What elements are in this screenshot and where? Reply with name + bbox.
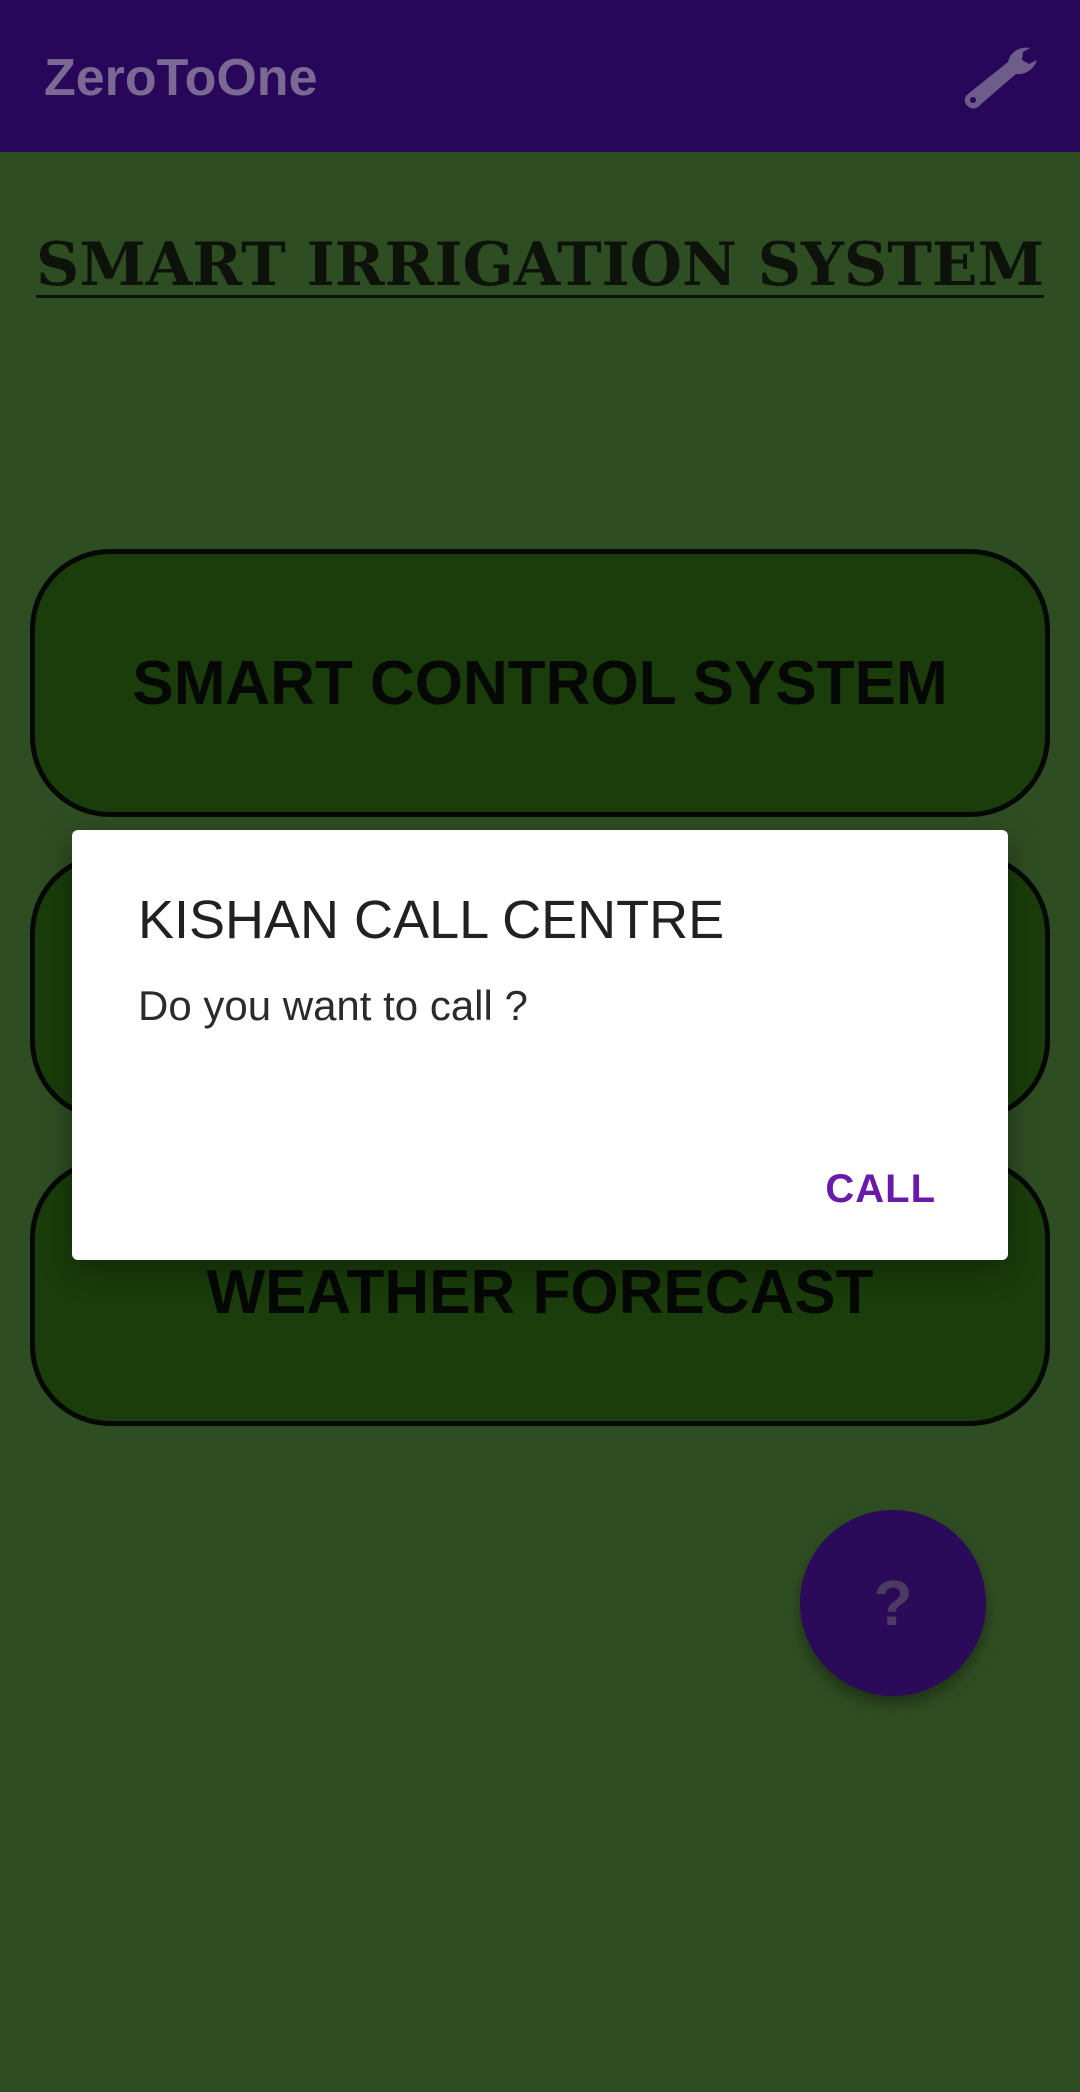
dialog-message: Do you want to call ? xyxy=(138,982,528,1029)
app-title: ZeroToOne xyxy=(44,49,318,107)
help-question-icon: ? xyxy=(873,1567,913,1639)
dialog-title: KISHAN CALL CENTRE xyxy=(138,890,725,950)
call-dialog: KISHAN CALL CENTRE Do you want to call ?… xyxy=(72,830,1008,1260)
smart-control-system-button[interactable]: SMART CONTROL SYSTEM xyxy=(30,549,1050,817)
wrench-icon[interactable] xyxy=(960,44,1046,110)
call-button[interactable]: CALL xyxy=(825,1163,936,1215)
app-bar: ZeroToOne xyxy=(0,0,1080,152)
help-button[interactable]: ? xyxy=(800,1510,986,1696)
page-title: SMART IRRIGATION SYSTEM xyxy=(35,230,1045,300)
